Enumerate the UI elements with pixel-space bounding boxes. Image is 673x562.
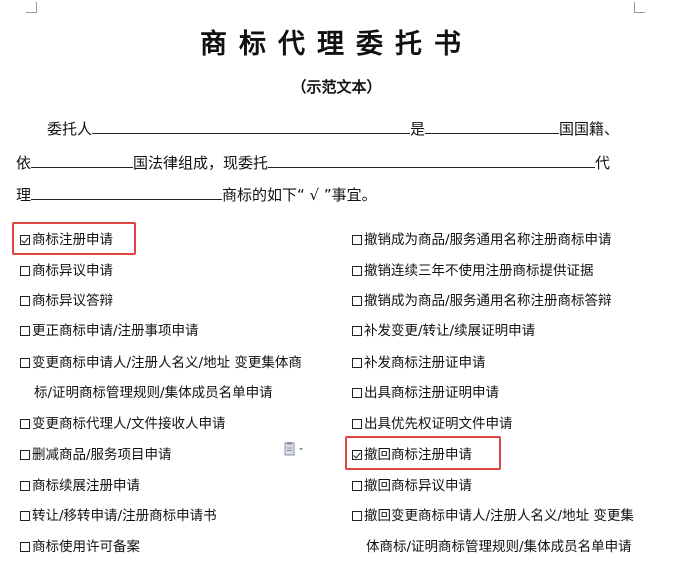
checkbox-icon[interactable] xyxy=(352,419,362,429)
paste-options-icon[interactable] xyxy=(284,441,306,456)
checkbox-item[interactable]: 撤销成为商品/服务通用名称注册商标答辩 xyxy=(352,292,612,310)
page-corner-mark-left xyxy=(26,2,37,13)
checkbox-item[interactable]: 出具商标注册证明申请 xyxy=(352,384,499,402)
checkbox-item[interactable]: 转让/移转申请/注册商标申请书 xyxy=(20,507,217,525)
checkbox-icon[interactable] xyxy=(352,296,362,306)
checkbox-icon[interactable] xyxy=(352,511,362,521)
checkbox-item[interactable]: 补发变更/转让/续展证明申请 xyxy=(352,322,535,340)
checkbox-item[interactable]: 补发商标注册证申请 xyxy=(352,354,486,372)
checkbox-icon[interactable] xyxy=(352,326,362,336)
checkbox-item[interactable]: 更正商标申请/注册事项申请 xyxy=(20,322,199,340)
checkbox-icon[interactable] xyxy=(20,266,30,276)
line3-label-li: 理 xyxy=(16,186,32,204)
checkbox-item-continued: 标/证明商标管理规则/集体成员名单申请 xyxy=(34,385,273,401)
checkbox-icon[interactable] xyxy=(20,542,30,552)
checkbox-icon[interactable] xyxy=(352,388,362,398)
page-corner-mark-right xyxy=(634,2,645,13)
checkbox-icon[interactable] xyxy=(352,358,362,368)
document-subtitle: （示范文本） xyxy=(291,78,382,96)
line3-label-matters: 商标的如下“ √ ”事宜。 xyxy=(222,186,377,204)
form-line-2: 依 国法律组成，现委托 代 xyxy=(16,152,610,173)
checkbox-icon[interactable] xyxy=(352,266,362,276)
nationality-blank[interactable] xyxy=(425,118,560,134)
agent-blank[interactable] xyxy=(268,152,596,168)
checkbox-icon[interactable] xyxy=(20,481,30,491)
checkbox-item[interactable]: 撤回变更商标申请人/注册人名义/地址 变更集 xyxy=(352,507,634,525)
checkbox-icon[interactable] xyxy=(20,511,30,521)
checkbox-icon[interactable] xyxy=(20,450,30,460)
line1-label-entrustor: 委托人 xyxy=(47,120,93,138)
highlight-box-trademark-registration xyxy=(12,222,136,255)
checkbox-item-continued: 体商标/证明商标管理规则/集体成员名单申请 xyxy=(366,539,632,555)
entrustor-blank[interactable] xyxy=(92,118,411,134)
highlight-box-withdraw-registration xyxy=(345,436,501,470)
checkbox-item[interactable]: 删减商品/服务项目申请 xyxy=(20,446,172,464)
checkbox-item[interactable]: 撤销成为商品/服务通用名称注册商标申请 xyxy=(352,231,612,249)
checkbox-item[interactable]: 商标使用许可备案 xyxy=(20,538,140,556)
checkbox-item[interactable]: 撤回商标异议申请 xyxy=(352,477,472,495)
checkbox-item[interactable]: 撤销连续三年不使用注册商标提供证据 xyxy=(352,262,594,280)
checkbox-item[interactable]: 商标异议答辩 xyxy=(20,292,113,310)
checkbox-icon[interactable] xyxy=(20,296,30,306)
line2-label-dai: 代 xyxy=(595,154,611,172)
trademark-name-blank[interactable] xyxy=(31,184,223,200)
line2-label-law: 国法律组成，现委托 xyxy=(133,154,269,172)
checkbox-icon[interactable] xyxy=(20,358,30,368)
line1-label-nationality: 国国籍、 xyxy=(559,120,620,138)
checkbox-item[interactable]: 商标异议申请 xyxy=(20,262,113,280)
checkbox-icon[interactable] xyxy=(352,235,362,245)
checkbox-icon[interactable] xyxy=(20,326,30,336)
checkbox-item[interactable]: 变更商标代理人/文件接收人申请 xyxy=(20,415,226,433)
checkbox-item[interactable]: 出具优先权证明文件申请 xyxy=(352,415,513,433)
checkbox-icon[interactable] xyxy=(352,481,362,491)
checkbox-item[interactable]: 变更商标申请人/注册人名义/地址 变更集体商 xyxy=(20,354,302,372)
line1-label-is: 是 xyxy=(410,120,426,138)
line2-label-according: 依 xyxy=(16,154,32,172)
checkbox-item[interactable]: 商标续展注册申请 xyxy=(20,477,140,495)
country-law-blank[interactable] xyxy=(31,152,134,168)
form-line-3: 理 商标的如下“ √ ”事宜。 xyxy=(16,184,377,205)
checkbox-icon[interactable] xyxy=(20,419,30,429)
document-title: 商标代理委托书 xyxy=(200,29,473,60)
form-line-1: 委托人 是 国国籍、 xyxy=(47,118,619,139)
